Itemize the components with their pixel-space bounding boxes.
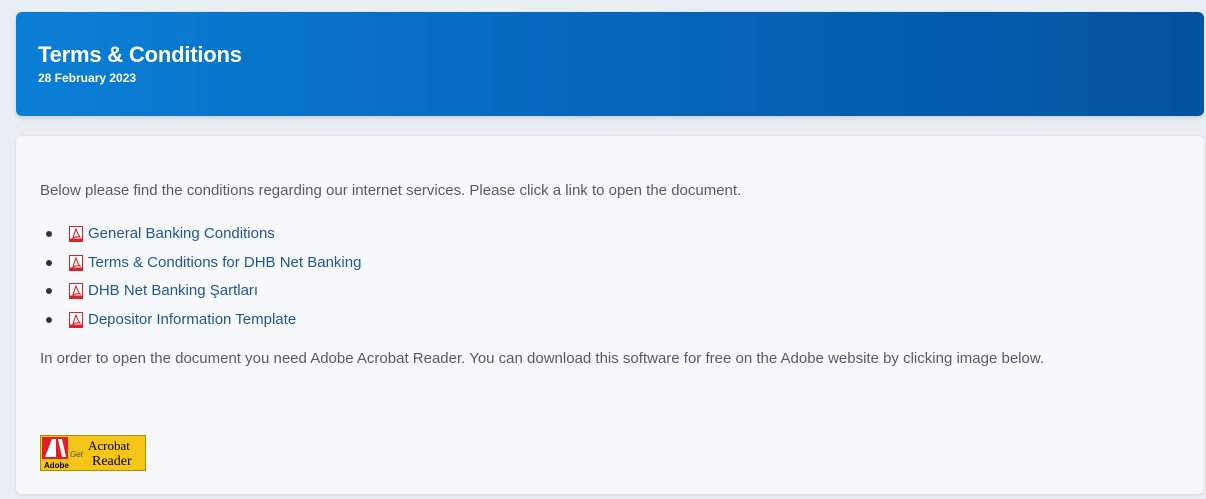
list-item: Depositor Information Template bbox=[46, 310, 1180, 339]
list-item: Terms & Conditions for DHB Net Banking bbox=[46, 253, 1180, 282]
pdf-file-icon bbox=[69, 283, 83, 300]
depositor-information-template-link[interactable]: Depositor Information Template bbox=[68, 310, 296, 330]
list-item: DHB Net Banking Şartları bbox=[46, 281, 1180, 310]
document-label: DHB Net Banking Şartları bbox=[88, 282, 259, 300]
list-item: General Banking Conditions bbox=[46, 224, 1180, 253]
page-header: Terms & Conditions 28 February 2023 bbox=[16, 12, 1204, 116]
adobe-note-text: In order to open the document you need A… bbox=[40, 349, 1045, 367]
terms-conditions-net-banking-link[interactable]: Terms & Conditions for DHB Net Banking bbox=[68, 253, 361, 273]
adobe-acrobat-reader-icon: Adobe Get Acrobat Reader bbox=[40, 435, 146, 471]
document-label: Depositor Information Template bbox=[88, 311, 297, 329]
pdf-file-icon bbox=[69, 312, 83, 329]
content-panel: Below please find the conditions regardi… bbox=[16, 136, 1204, 494]
adobe-brand-text: Adobe bbox=[44, 461, 69, 470]
get-text: Get bbox=[70, 450, 84, 459]
document-label: General Banking Conditions bbox=[88, 225, 275, 242]
pdf-file-icon bbox=[69, 226, 83, 242]
pdf-file-icon bbox=[69, 254, 83, 271]
document-list: General Banking Conditions Terms & Condi… bbox=[40, 224, 1180, 339]
reader-text: Reader bbox=[92, 454, 132, 469]
acrobat-text: Acrobat bbox=[88, 438, 130, 453]
page-title: Terms & Conditions bbox=[38, 42, 242, 67]
document-label: Terms & Conditions for DHB Net Banking bbox=[88, 253, 362, 271]
intro-text: Below please find the conditions regardi… bbox=[40, 182, 742, 199]
general-banking-conditions-link[interactable]: General Banking Conditions bbox=[68, 224, 275, 244]
get-acrobat-reader-button[interactable]: Adobe Get Acrobat Reader bbox=[40, 435, 146, 471]
page-date: 28 February 2023 bbox=[38, 71, 137, 85]
net-banking-sartlari-link[interactable]: DHB Net Banking Şartları bbox=[68, 281, 258, 301]
